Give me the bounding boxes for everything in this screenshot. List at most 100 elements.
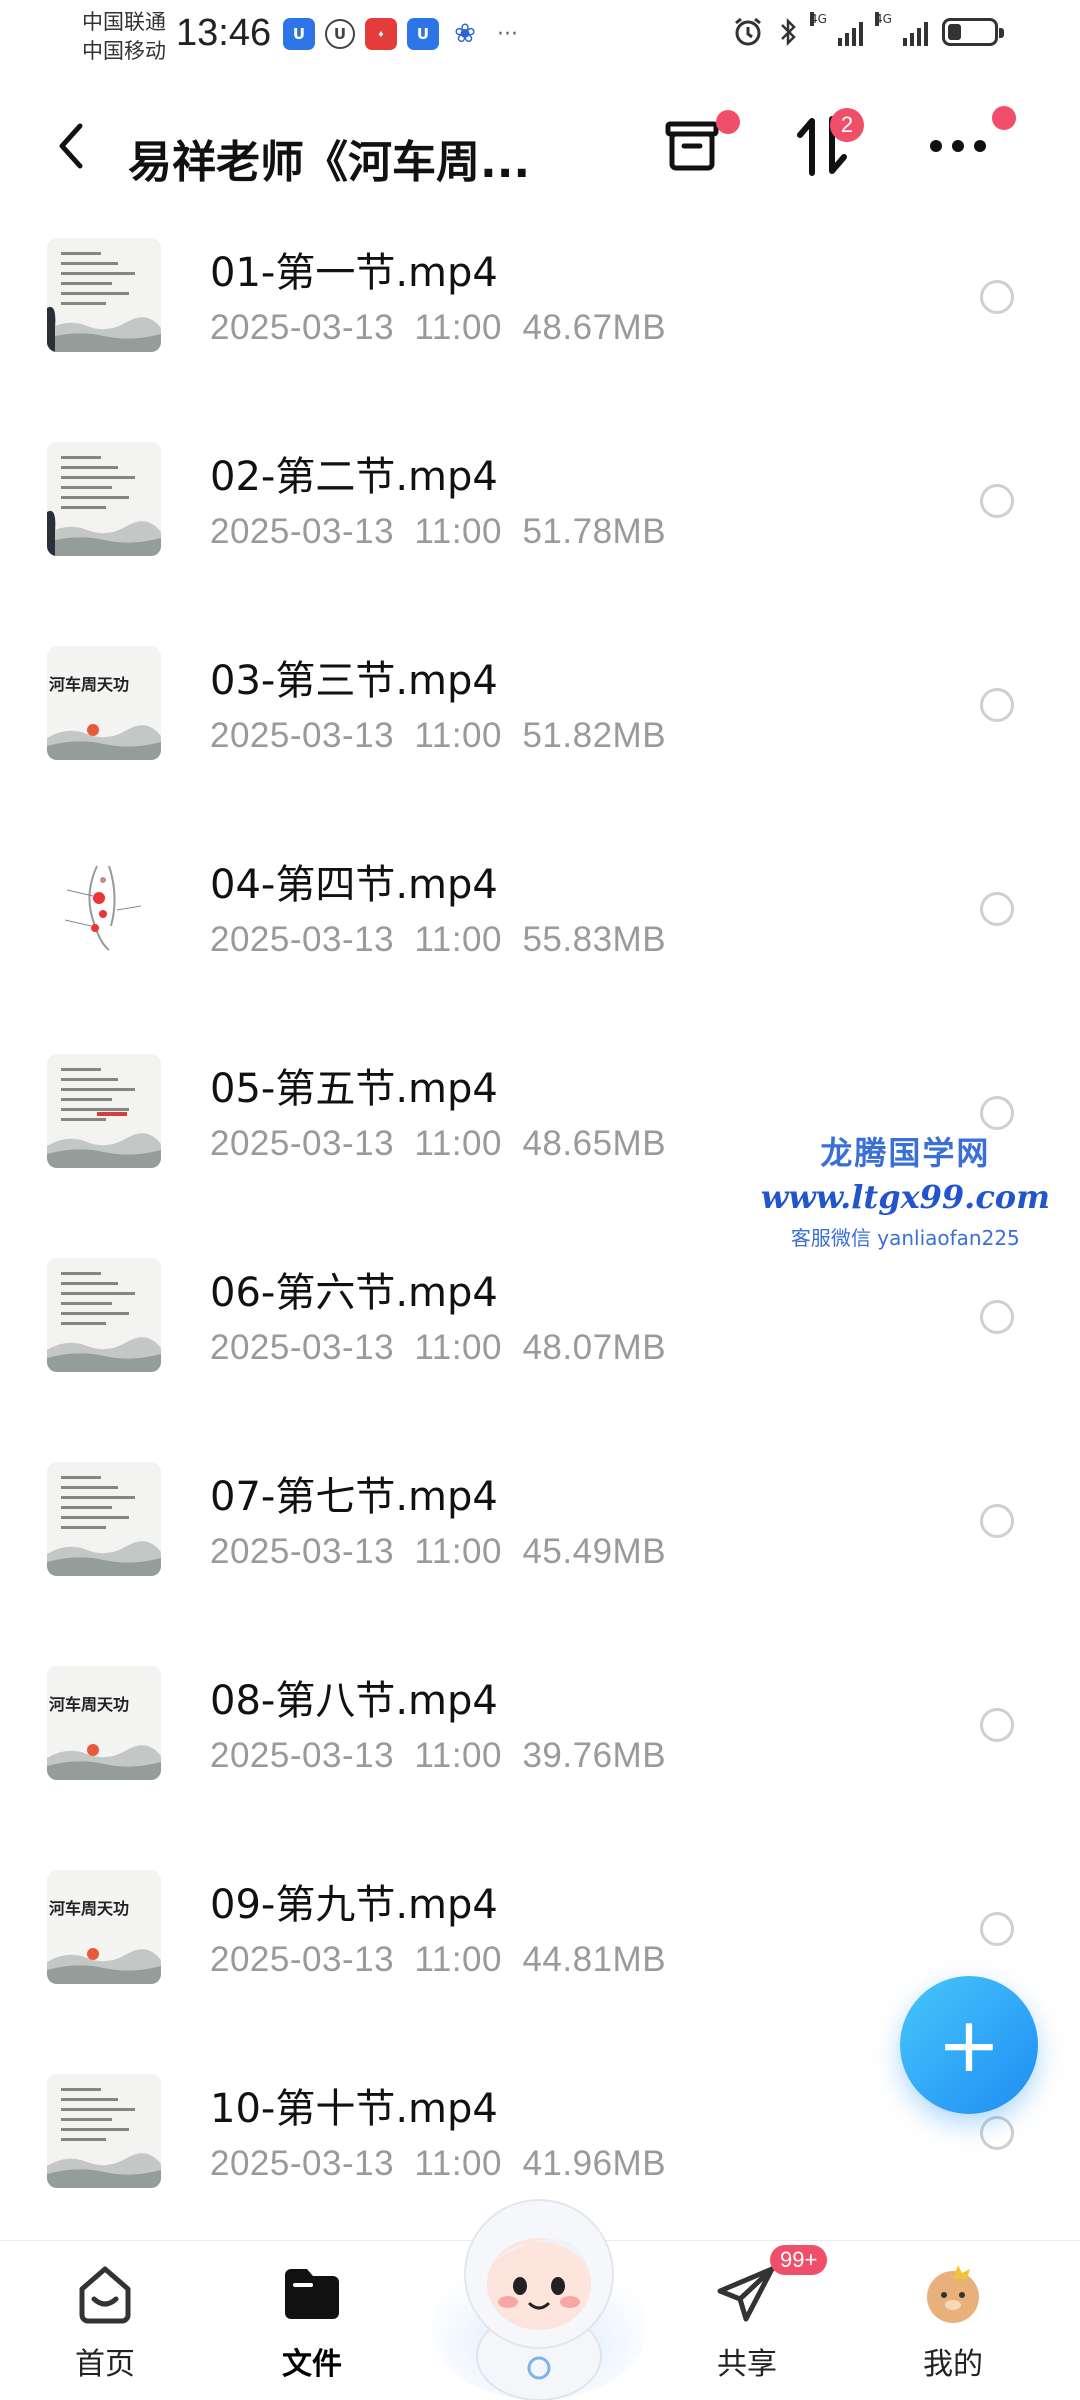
file-name: 04-第四节.mp4 [210, 862, 498, 908]
watermark-contact: 客服微信 yanliaofan225 [790, 1226, 1020, 1250]
file-size: 55.83MB [522, 920, 667, 959]
file-name: 01-第一节.mp4 [210, 250, 498, 296]
file-date: 2025-03-13 [210, 2144, 395, 2183]
file-name: 09-第九节.mp4 [210, 1882, 498, 1928]
select-checkbox[interactable] [980, 484, 1014, 518]
file-time: 11:00 [414, 1328, 502, 1367]
notification-dot [992, 106, 1016, 130]
file-size: 51.82MB [522, 716, 667, 755]
file-meta: 2025-03-13 11:00 44.81MB [210, 1940, 666, 1980]
select-checkbox[interactable] [980, 1504, 1014, 1538]
watermark-url: www.ltgx99.com [760, 1178, 1050, 1216]
file-time: 11:00 [414, 308, 502, 347]
nav-share[interactable]: 99+ 共享 [672, 2245, 828, 2391]
file-date: 2025-03-13 [210, 920, 395, 959]
huawei-app-icon: ♦ [365, 18, 397, 50]
video-thumbnail [47, 1462, 161, 1576]
file-date: 2025-03-13 [210, 512, 395, 551]
select-checkbox[interactable] [980, 688, 1014, 722]
nav-files[interactable]: 文件 [237, 2261, 387, 2391]
file-meta: 2025-03-13 11:00 45.49MB [210, 1532, 666, 1572]
more-horizontal-icon [930, 140, 986, 152]
file-date: 2025-03-13 [210, 716, 395, 755]
file-name: 08-第八节.mp4 [210, 1678, 498, 1724]
file-date: 2025-03-13 [210, 1736, 395, 1775]
file-time: 11:00 [414, 512, 502, 551]
svg-text:河车周天功: 河车周天功 [49, 675, 129, 694]
nav-home[interactable]: 首页 [30, 2261, 180, 2391]
folder-icon [279, 2261, 345, 2327]
file-meta: 2025-03-13 11:00 48.67MB [210, 308, 666, 348]
select-checkbox[interactable] [980, 1096, 1014, 1130]
select-checkbox[interactable] [980, 892, 1014, 926]
nav-share-label: 共享 [717, 2347, 777, 2382]
file-size: 48.67MB [522, 308, 667, 347]
file-time: 11:00 [414, 716, 502, 755]
transfer-count-badge: 2 [830, 108, 864, 142]
select-checkbox[interactable] [980, 2116, 1014, 2150]
file-name: 02-第二节.mp4 [210, 454, 498, 500]
file-size: 44.81MB [522, 1940, 667, 1979]
file-row[interactable]: 01-第一节.mp4 2025-03-13 11:00 48.67MB [0, 220, 1080, 424]
file-time: 11:00 [414, 1940, 502, 1979]
file-size: 45.49MB [522, 1532, 667, 1571]
file-date: 2025-03-13 [210, 1328, 395, 1367]
nav-mine-label: 我的 [923, 2347, 983, 2382]
file-meta: 2025-03-13 11:00 51.78MB [210, 512, 666, 552]
more-options-button[interactable] [920, 106, 1016, 184]
video-thumbnail: 河车周天功 [47, 646, 161, 760]
select-checkbox[interactable] [980, 1912, 1014, 1946]
bluetooth-icon [781, 17, 796, 47]
file-name: 07-第七节.mp4 [210, 1474, 498, 1520]
file-row[interactable]: 04-第四节.mp4 2025-03-13 11:00 55.83MB [0, 832, 1080, 1036]
notification-icons: U U ♦ U ❀ ··· [283, 18, 518, 50]
file-row[interactable]: 02-第二节.mp4 2025-03-13 11:00 51.78MB [0, 424, 1080, 628]
file-date: 2025-03-13 [210, 308, 395, 347]
select-checkbox[interactable] [980, 280, 1014, 314]
signal-strength-2-icon: 4G [875, 12, 928, 46]
archive-button[interactable] [654, 108, 740, 184]
signal-1-label: 4G [810, 12, 827, 26]
status-bar: 中国联通 中国移动 13:46 U U ♦ U ❀ ··· 4G 4G [0, 0, 1080, 72]
signal-2-label: 4G [875, 12, 892, 26]
video-thumbnail [47, 850, 161, 964]
carrier-names: 中国联通 中国移动 [82, 8, 166, 66]
paper-plane-icon: 99+ [714, 2245, 828, 2327]
file-row[interactable]: 河车周天功 08-第八节.mp4 2025-03-13 11:00 39.76MB [0, 1648, 1080, 1852]
transfer-list-button[interactable]: 2 [784, 108, 864, 184]
share-count-badge: 99+ [770, 2245, 828, 2275]
assistant-mascot-button[interactable] [430, 2178, 648, 2400]
app-notification-icon: U [283, 18, 315, 50]
archive-box-icon [665, 121, 719, 171]
file-time: 11:00 [414, 920, 502, 959]
file-row[interactable]: 06-第六节.mp4 2025-03-13 11:00 48.07MB [0, 1240, 1080, 1444]
svg-text:河车周天功: 河车周天功 [49, 1695, 129, 1714]
file-size: 51.78MB [522, 512, 667, 551]
watermark-title: 龙腾国学网 [820, 1134, 991, 1172]
file-row[interactable]: 河车周天功 03-第三节.mp4 2025-03-13 11:00 51.82MB [0, 628, 1080, 832]
app-notification-icon: U [325, 19, 355, 49]
status-time: 13:46 [176, 12, 272, 54]
file-name: 03-第三节.mp4 [210, 658, 498, 704]
file-date: 2025-03-13 [210, 1532, 395, 1571]
astronaut-mascot-icon [431, 2199, 647, 2400]
file-row[interactable]: 07-第七节.mp4 2025-03-13 11:00 45.49MB [0, 1444, 1080, 1648]
notification-dot [716, 110, 740, 134]
video-thumbnail: 河车周天功 [47, 1666, 161, 1780]
select-checkbox[interactable] [980, 1300, 1014, 1334]
carrier-1: 中国联通 [82, 10, 166, 34]
select-checkbox[interactable] [980, 1708, 1014, 1742]
nav-mine[interactable]: 我的 [878, 2261, 1028, 2391]
battery-icon [942, 18, 1004, 46]
video-thumbnail: 河车周天功 [47, 1870, 161, 1984]
add-button[interactable]: + [900, 1976, 1038, 2114]
signal-strength-1-icon: 4G [810, 12, 863, 46]
folder-title: 易祥老师《河车周... [128, 137, 531, 188]
file-meta: 2025-03-13 11:00 51.82MB [210, 716, 666, 756]
file-meta: 2025-03-13 11:00 48.07MB [210, 1328, 666, 1368]
battery-level [948, 24, 961, 40]
back-button[interactable] [50, 116, 94, 176]
avatar [920, 2261, 986, 2327]
video-thumbnail [47, 1054, 161, 1168]
system-icons: 4G 4G [732, 12, 1004, 48]
